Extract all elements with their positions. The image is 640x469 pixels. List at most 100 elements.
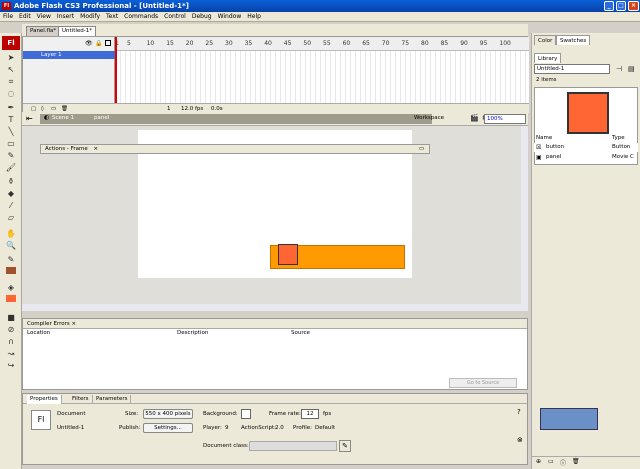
lock-icon[interactable]: 🔒 [95,40,102,47]
swap-colors-icon[interactable]: ■ [5,313,17,323]
tab-color[interactable]: Color [534,35,557,45]
back-arrow-icon[interactable]: ⇤ [26,114,33,123]
library-item[interactable]: ☒ button Button [534,143,638,152]
library-document-select[interactable]: Untitled-1 [534,64,610,74]
frame-ruler[interactable]: 1510152025303540455055606570758085909510… [115,37,529,51]
library-item[interactable]: ▣ panel Movie C [534,153,638,162]
delete-icon[interactable]: 🗑 [572,458,580,465]
new-library-panel-icon[interactable]: ▤ [628,65,635,73]
eraser-icon[interactable]: ▱ [5,213,17,223]
tab-properties[interactable]: Properties [27,395,62,404]
tab-untitled-1[interactable]: Untitled-1* [58,26,96,36]
expand-icon[interactable]: ⊗ [517,436,523,444]
workspace-menu[interactable]: Workspace [414,115,444,121]
framerate-input[interactable]: 12 [301,409,319,419]
pin-library-icon[interactable]: ⊣ [616,65,622,73]
lasso-tool-icon[interactable]: ◌ [5,89,17,99]
breadcrumb: ◐ Scene 1 panel [40,114,432,124]
col-name[interactable]: Name [536,135,552,141]
pencil-tool-icon[interactable]: ✎ [5,151,17,161]
new-symbol-icon[interactable]: ⊕ [536,458,541,465]
frame-grid[interactable] [115,51,529,103]
stage-vertical-scrollbar[interactable] [521,126,528,311]
layer-row[interactable]: Layer 1 [23,51,115,59]
snap-magnet-icon[interactable]: ∩ [5,337,17,347]
maximize-icon[interactable]: □ [616,1,626,11]
frame-number: 25 [205,40,214,47]
fps-unit: fps [323,411,332,417]
pen-tool-icon[interactable]: ✒ [5,103,17,113]
document-class-input[interactable] [249,441,337,451]
edit-class-pencil-icon[interactable]: ✎ [339,440,351,452]
go-to-source-button[interactable]: Go to Source [449,378,517,388]
library-item-name: panel [546,154,562,160]
straighten-icon[interactable]: ↪ [5,361,17,371]
menu-insert[interactable]: Insert [54,12,77,22]
subselect-tool-icon[interactable]: ↖ [5,65,17,75]
tab-swatches[interactable]: Swatches [556,35,591,45]
menu-help[interactable]: Help [244,12,264,22]
menu-text[interactable]: Text [103,12,121,22]
properties-icon[interactable]: ⓘ [560,458,566,467]
playhead[interactable] [115,37,117,103]
panel-close-icon[interactable]: × [72,321,77,327]
col-type[interactable]: Type [612,135,625,141]
paint-bucket-icon[interactable]: ◆ [5,189,17,199]
help-icon[interactable]: ? [517,408,521,416]
line-tool-icon[interactable]: ╲ [5,127,17,137]
settings-button[interactable]: Settings... [143,423,193,433]
close-icon[interactable]: × [628,1,639,11]
outline-icon[interactable] [105,40,111,46]
eye-icon[interactable]: 👁 [85,40,93,47]
text-tool-icon[interactable]: T [5,115,17,125]
zoom-select[interactable]: 100% [484,114,526,124]
selection-tool-icon[interactable]: ➤ [5,53,17,63]
type-label: Document [57,411,86,417]
tab-parameters[interactable]: Parameters [93,395,132,404]
document-icon: Fl [31,410,51,430]
flash-logo-icon: Fl [2,36,20,50]
edit-scene-icon[interactable]: 🎬 [470,114,479,122]
eyedropper-icon[interactable]: ⁄ [5,201,17,211]
menu-commands[interactable]: Commands [121,12,161,22]
minimize-icon[interactable]: _ [604,1,614,11]
timeline-panel: 👁 🔒 Layer 1 1510152025303540455055606570… [22,36,529,113]
menu-view[interactable]: View [34,12,54,22]
fill-swatch[interactable] [6,295,16,302]
background-color-swatch[interactable] [241,409,251,419]
tab-library[interactable]: Library [534,53,562,63]
actions-panel-collapsed[interactable]: Actions - Frame × ▭ [40,144,430,154]
minimized-window-thumbnail[interactable] [540,408,598,430]
zoom-tool-icon[interactable]: 🔍 [5,241,17,251]
button-symbol-instance[interactable] [278,244,298,265]
frame-number: 5 [127,40,131,47]
rectangle-tool-icon[interactable]: ▭ [5,139,17,149]
menu-modify[interactable]: Modify [77,12,103,22]
scene-link[interactable]: Scene 1 [52,115,74,121]
frame-number: 40 [264,40,272,47]
ink-bottle-icon[interactable]: ⚱ [5,177,17,187]
hand-tool-icon[interactable]: ✋ [5,229,17,239]
compiler-errors-header[interactable]: Compiler Errors × [23,319,527,329]
smooth-icon[interactable]: ↝ [5,349,17,359]
tab-panel-fla[interactable]: Panel.fla* [26,26,61,36]
symbol-link[interactable]: panel [94,115,109,121]
stroke-color-icon[interactable]: ✎ [5,255,17,265]
stage-horizontal-scrollbar[interactable] [22,304,521,311]
menu-edit[interactable]: Edit [16,12,34,22]
menu-debug[interactable]: Debug [189,12,215,22]
size-label: Size: [125,411,139,417]
stroke-swatch[interactable] [6,267,16,274]
no-color-icon[interactable]: ⊘ [5,325,17,335]
free-transform-icon[interactable]: ⌗ [5,77,17,87]
size-button[interactable]: 550 x 400 pixels [143,409,193,419]
menu-file[interactable]: File [0,12,16,22]
brush-tool-icon[interactable]: 🖌 [5,163,17,173]
panel-restore-icon[interactable]: ▭ [419,145,424,153]
menu-window[interactable]: Window [215,12,245,22]
panel-close-icon[interactable]: × [93,146,98,152]
tab-filters[interactable]: Filters [69,395,93,404]
fill-color-icon[interactable]: ◈ [5,283,17,293]
new-folder-icon[interactable]: ▭ [548,458,554,465]
menu-control[interactable]: Control [161,12,189,22]
